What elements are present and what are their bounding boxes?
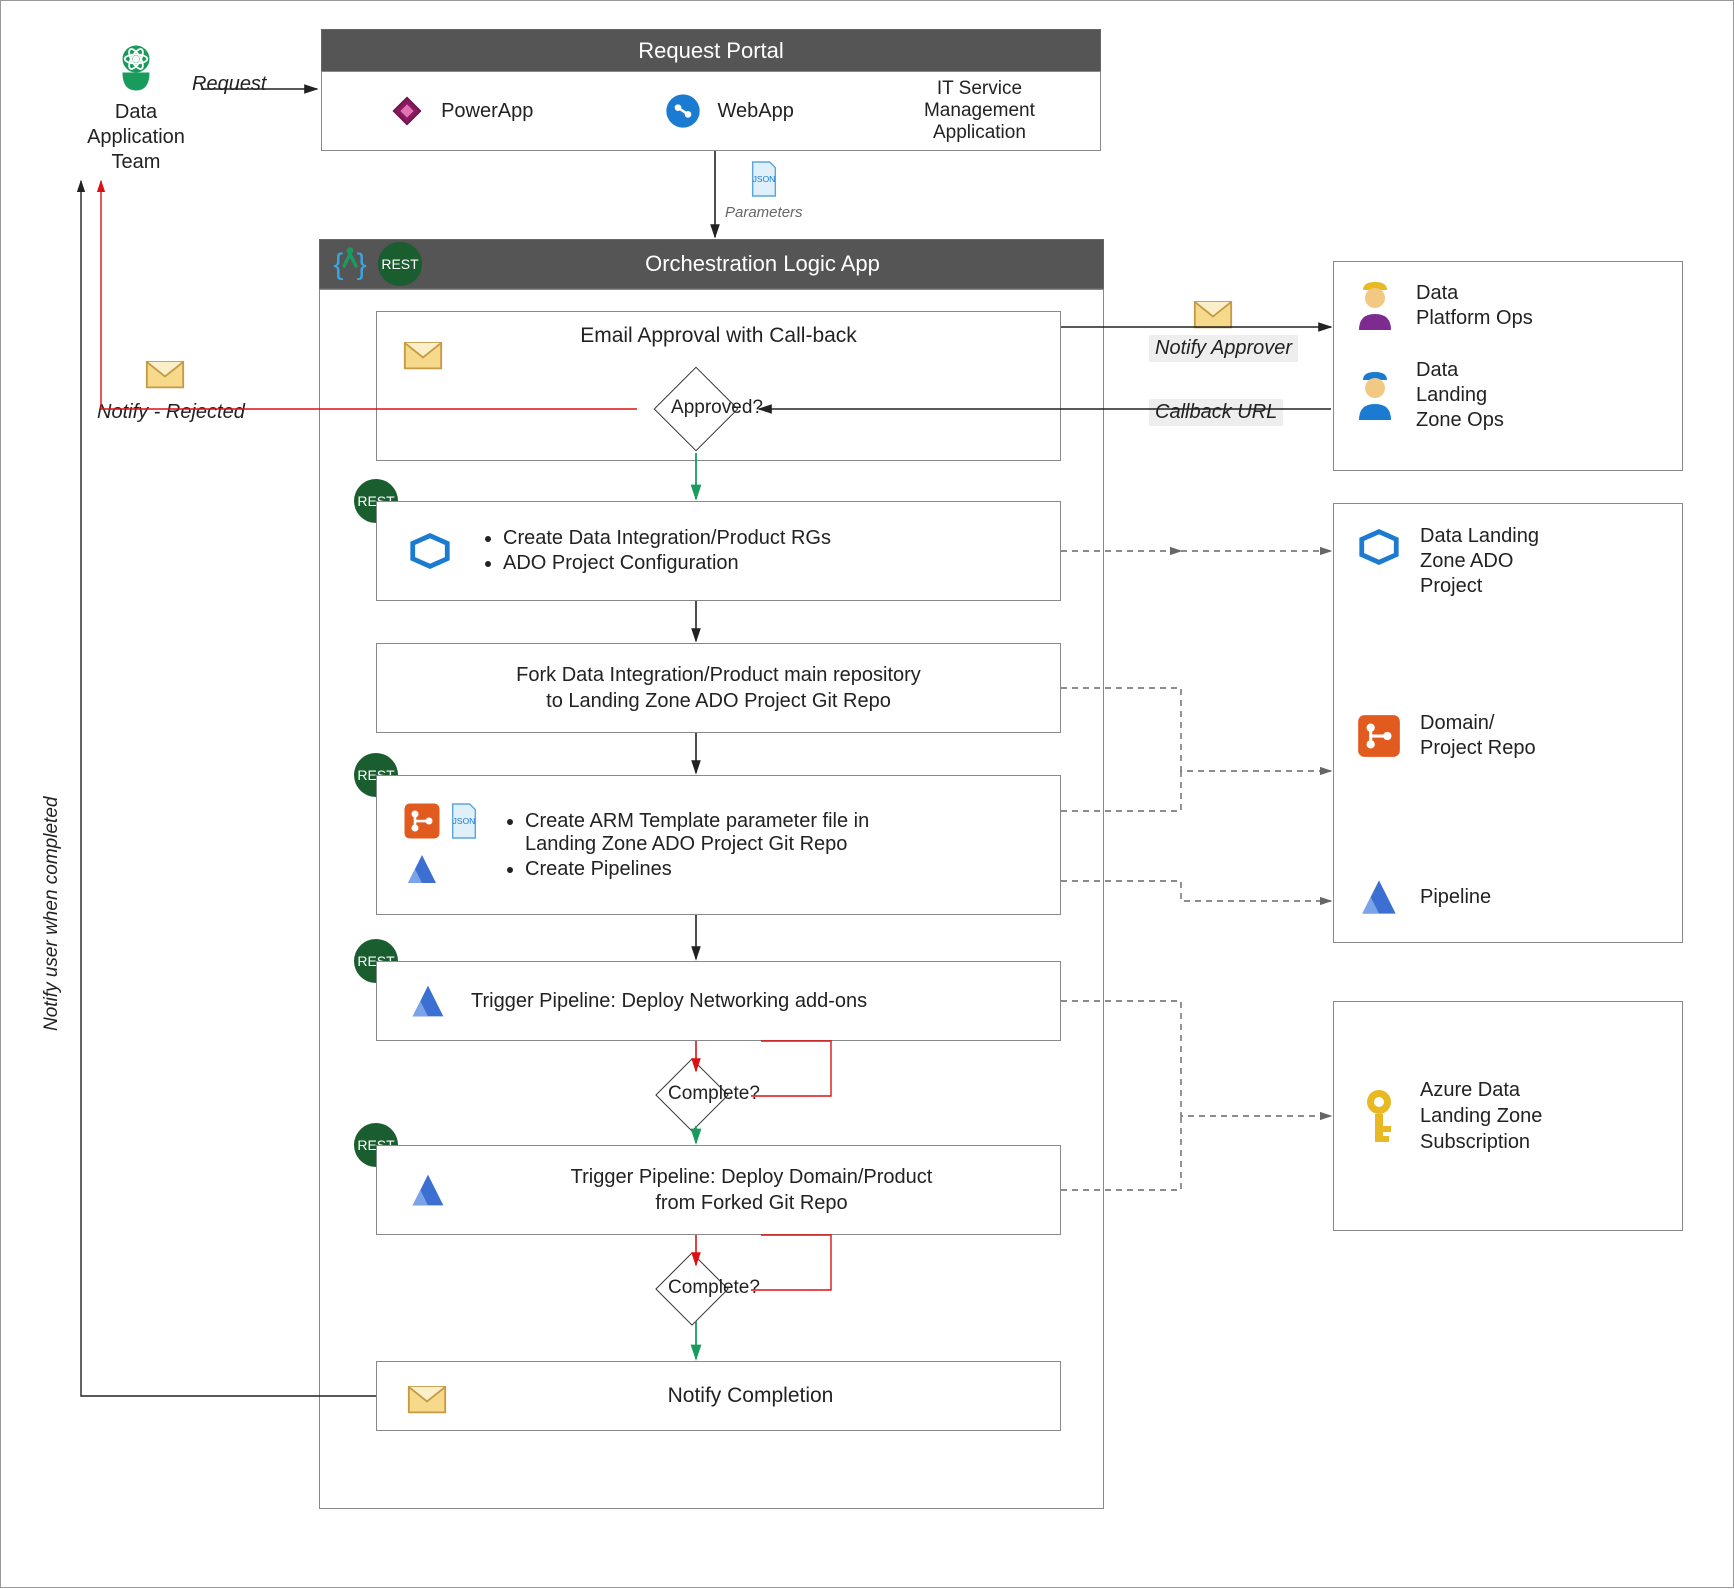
deploy-text: Trigger Pipeline: Deploy Domain/Product …	[471, 1164, 1032, 1216]
orchestration-title: Orchestration Logic App	[422, 251, 1103, 277]
webapp-icon	[663, 91, 703, 131]
logic-app-icon: {}	[328, 244, 372, 284]
ext-ado: Data Landing Zone ADO Project	[1354, 524, 1662, 599]
arm-bullets: Create ARM Template parameter file in La…	[501, 808, 869, 883]
pipeline-icon	[401, 848, 443, 890]
subscription-box: Azure Data Landing Zone Subscription	[1333, 1001, 1683, 1231]
repo-icon-2	[1354, 711, 1404, 761]
step-fork: Fork Data Integration/Product main repos…	[376, 643, 1061, 733]
powerapp-item: PowerApp	[387, 91, 533, 131]
json-file-icon: JSON	[747, 159, 781, 199]
svg-text:{: {	[333, 248, 343, 281]
ops2: Data Landing Zone Ops	[1350, 358, 1666, 433]
mail-icon	[401, 332, 445, 372]
notify-approver-label: Notify Approver	[1149, 335, 1298, 362]
svg-text:JSON: JSON	[453, 816, 476, 826]
ops-person-icon-2	[1350, 368, 1400, 424]
rg-bullets: Create Data Integration/Product RGs ADO …	[479, 525, 831, 577]
team-node: Data Application Team	[76, 41, 196, 175]
ext-pipeline: Pipeline	[1354, 872, 1662, 922]
webapp-label: WebApp	[717, 100, 793, 123]
ado-icon-2	[1354, 524, 1404, 570]
net-text: Trigger Pipeline: Deploy Networking add-…	[471, 990, 867, 1013]
notify-text: Notify Completion	[469, 1384, 1032, 1408]
sub-label: Azure Data Landing Zone Subscription	[1420, 1077, 1542, 1155]
svg-text:}: }	[357, 248, 367, 281]
repo-icon	[401, 800, 443, 842]
pipeline-icon-2	[405, 978, 451, 1024]
team-label: Data Application Team	[76, 100, 196, 175]
external-ado-box: Data Landing Zone ADO Project Domain/ Pr…	[1333, 503, 1683, 943]
json-params: JSON Parameters	[725, 159, 803, 221]
ext-pipeline-label: Pipeline	[1420, 886, 1491, 909]
svg-text:JSON: JSON	[752, 174, 775, 184]
ado-icon	[405, 528, 455, 574]
step-net: Trigger Pipeline: Deploy Networking add-…	[376, 961, 1061, 1041]
fork-text: Fork Data Integration/Product main repos…	[516, 662, 921, 714]
request-portal-body: PowerApp WebApp IT Service Management Ap…	[321, 71, 1101, 151]
ops-person-icon	[1350, 278, 1400, 334]
ext-repo-label: Domain/ Project Repo	[1420, 711, 1536, 761]
approved-label: Approved?	[647, 397, 787, 419]
ops2-label: Data Landing Zone Ops	[1416, 358, 1504, 433]
parameters-label: Parameters	[725, 204, 803, 221]
request-portal-header: Request Portal	[321, 29, 1101, 73]
json-file-icon-2: JSON	[447, 800, 481, 842]
step-deploy: Trigger Pipeline: Deploy Domain/Product …	[376, 1145, 1061, 1235]
ops1-label: Data Platform Ops	[1416, 281, 1533, 331]
key-icon	[1354, 1086, 1404, 1146]
ext-repo: Domain/ Project Repo	[1354, 711, 1662, 761]
mail-icon-2	[405, 1376, 449, 1416]
approvers-box: Data Platform Ops Data Landing Zone Ops	[1333, 261, 1683, 471]
pipeline-icon-4	[1354, 872, 1404, 922]
rest-badge-header: REST	[378, 242, 422, 286]
ops1: Data Platform Ops	[1350, 278, 1666, 334]
orchestration-header: {} REST Orchestration Logic App	[319, 239, 1104, 289]
mail-icon-approver	[1191, 291, 1235, 331]
ext-ado-label: Data Landing Zone ADO Project	[1420, 524, 1539, 599]
complete1-label: Complete?	[644, 1083, 784, 1105]
pipeline-icon-3	[405, 1167, 451, 1213]
notify-completed-label: Notify user when completed	[41, 797, 63, 1031]
mail-icon-rejected	[143, 351, 187, 391]
callback-url-label: Callback URL	[1149, 399, 1283, 426]
powerapp-label: PowerApp	[441, 100, 533, 123]
powerapp-icon	[387, 91, 427, 131]
step-approval: Email Approval with Call-back	[376, 311, 1061, 461]
webapp-item: WebApp	[663, 91, 793, 131]
step-rg: Create Data Integration/Product RGs ADO …	[376, 501, 1061, 601]
diagram-canvas: Data Application Team Request Request Po…	[0, 0, 1734, 1588]
step-notify: Notify Completion	[376, 1361, 1061, 1431]
approval-title: Email Approval with Call-back	[377, 312, 1060, 348]
itsm-label: IT Service Management Application	[924, 78, 1035, 144]
complete2-label: Complete?	[644, 1277, 784, 1299]
notify-rejected-label: Notify - Rejected	[91, 399, 251, 426]
atom-head-icon	[109, 41, 163, 95]
step-arm: JSON Create ARM Template parameter file …	[376, 775, 1061, 915]
request-label: Request	[186, 71, 273, 98]
